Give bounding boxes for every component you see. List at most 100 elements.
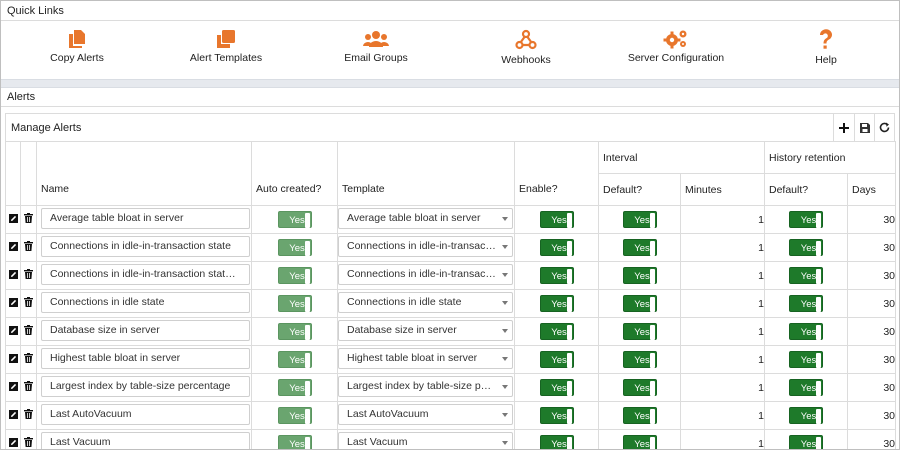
alert-name-input[interactable]: Highest table bloat in server — [41, 347, 250, 369]
interval-default-toggle[interactable]: Yes — [622, 239, 657, 256]
days-cell[interactable]: 30 — [846, 205, 897, 234]
trash-icon[interactable] — [24, 409, 33, 422]
template-select[interactable]: Last Vacuum — [338, 431, 513, 449]
column-header-enable[interactable]: Enable? — [514, 141, 599, 206]
days-cell[interactable]: 30 — [846, 345, 897, 374]
trash-icon[interactable] — [24, 269, 33, 282]
history-default-toggle[interactable]: Yes — [789, 267, 823, 284]
trash-icon[interactable] — [24, 325, 33, 338]
quick-link-server-configuration[interactable]: Server Configuration — [606, 29, 746, 64]
trash-icon[interactable] — [24, 241, 33, 254]
enable-toggle[interactable]: Yes — [539, 379, 574, 396]
template-select[interactable]: Average table bloat in server — [338, 207, 513, 229]
edit-icon[interactable] — [8, 409, 18, 422]
alert-name-input[interactable]: Largest index by table-size percentage — [41, 375, 250, 397]
enable-toggle[interactable]: Yes — [539, 267, 574, 284]
interval-default-toggle[interactable]: Yes — [622, 295, 657, 312]
days-cell[interactable]: 30 — [846, 401, 897, 430]
interval-default-toggle[interactable]: Yes — [622, 379, 657, 396]
add-icon[interactable] — [833, 114, 853, 141]
history-default-toggle[interactable]: Yes — [789, 351, 823, 368]
enable-toggle[interactable]: Yes — [539, 351, 574, 368]
interval-default-toggle[interactable]: Yes — [622, 351, 657, 368]
history-default-toggle[interactable]: Yes — [789, 295, 823, 312]
template-select[interactable]: Largest index by table-size perce... — [338, 375, 513, 397]
template-select[interactable]: Highest table bloat in server — [338, 347, 513, 369]
minutes-cell[interactable]: 1 — [680, 289, 765, 318]
quick-link-email-groups[interactable]: Email Groups — [306, 29, 446, 64]
trash-icon[interactable] — [24, 297, 33, 310]
history-default-toggle[interactable]: Yes — [789, 323, 823, 340]
days-cell[interactable]: 30 — [846, 373, 897, 402]
history-default-toggle[interactable]: Yes — [789, 407, 823, 424]
minutes-cell[interactable]: 1 — [680, 373, 765, 402]
days-cell[interactable]: 30 — [846, 429, 897, 449]
minutes-cell[interactable]: 1 — [680, 261, 765, 290]
column-header-history-default[interactable]: Default? — [764, 173, 848, 206]
edit-icon[interactable] — [8, 241, 18, 254]
edit-icon[interactable] — [8, 269, 18, 282]
interval-default-toggle[interactable]: Yes — [622, 323, 657, 340]
enable-toggle[interactable]: Yes — [539, 323, 574, 340]
edit-icon[interactable] — [8, 381, 18, 394]
minutes-cell[interactable]: 1 — [680, 345, 765, 374]
enable-toggle[interactable]: Yes — [539, 295, 574, 312]
quick-link-alert-templates[interactable]: Alert Templates — [156, 29, 296, 64]
enable-toggle[interactable]: Yes — [539, 239, 574, 256]
minutes-cell[interactable]: 1 — [680, 401, 765, 430]
history-default-toggle[interactable]: Yes — [789, 211, 823, 228]
alert-name-input[interactable]: Last Vacuum — [41, 431, 250, 449]
minutes-cell[interactable]: 1 — [680, 205, 765, 234]
history-default-toggle[interactable]: Yes — [789, 379, 823, 396]
alert-name-input[interactable]: Average table bloat in server — [41, 207, 250, 229]
trash-icon[interactable] — [24, 437, 33, 449]
enable-toggle[interactable]: Yes — [539, 211, 574, 228]
alert-name-input[interactable]: Connections in idle-in-transaction state… — [41, 263, 250, 285]
minutes-cell[interactable]: 1 — [680, 233, 765, 262]
trash-icon[interactable] — [24, 381, 33, 394]
minutes-cell[interactable]: 1 — [680, 317, 765, 346]
days-cell[interactable]: 30 — [846, 261, 897, 290]
edit-icon[interactable] — [8, 297, 18, 310]
days-cell[interactable]: 30 — [846, 289, 897, 318]
quick-link-help[interactable]: Help — [756, 29, 896, 66]
interval-default-toggle[interactable]: Yes — [622, 407, 657, 424]
interval-default-toggle[interactable]: Yes — [622, 435, 657, 449]
column-header-days[interactable]: Days — [846, 173, 897, 206]
quick-link-webhooks[interactable]: Webhooks — [456, 29, 596, 66]
alert-name-input[interactable]: Last AutoVacuum — [41, 403, 250, 425]
alert-name-input[interactable]: Database size in server — [41, 319, 250, 341]
edit-icon[interactable] — [8, 353, 18, 366]
days-cell[interactable]: 30 — [846, 233, 897, 262]
history-default-toggle[interactable]: Yes — [789, 435, 823, 449]
minutes-cell[interactable]: 1 — [680, 429, 765, 449]
template-select[interactable]: Connections in idle-in-transactio... — [338, 235, 513, 257]
edit-icon[interactable] — [8, 213, 18, 226]
enable-toggle[interactable]: Yes — [539, 435, 574, 449]
alert-name-input[interactable]: Connections in idle state — [41, 291, 250, 313]
column-header-interval-default[interactable]: Default? — [598, 173, 681, 206]
template-cell: Connections in idle state — [337, 289, 515, 318]
quick-link-label: Email Groups — [344, 52, 408, 64]
save-icon[interactable] — [854, 114, 874, 141]
edit-icon[interactable] — [8, 437, 18, 450]
column-header-name[interactable]: Name — [36, 141, 252, 206]
template-select[interactable]: Connections in idle state — [338, 291, 513, 313]
interval-default-toggle[interactable]: Yes — [622, 267, 657, 284]
trash-icon[interactable] — [24, 213, 33, 226]
interval-default-toggle[interactable]: Yes — [622, 211, 657, 228]
template-select[interactable]: Database size in server — [338, 319, 513, 341]
template-select[interactable]: Connections in idle-in-transactio... — [338, 263, 513, 285]
history-default-toggle[interactable]: Yes — [789, 239, 823, 256]
edit-icon[interactable] — [8, 325, 18, 338]
column-header-minutes[interactable]: Minutes — [680, 173, 765, 206]
alert-name-input[interactable]: Connections in idle-in-transaction state — [41, 235, 250, 257]
quick-link-copy-alerts[interactable]: Copy Alerts — [7, 29, 147, 64]
days-cell[interactable]: 30 — [846, 317, 897, 346]
refresh-icon[interactable] — [874, 114, 894, 141]
column-header-template[interactable]: Template — [337, 141, 515, 206]
trash-icon[interactable] — [24, 353, 33, 366]
enable-toggle[interactable]: Yes — [539, 407, 574, 424]
template-select[interactable]: Last AutoVacuum — [338, 403, 513, 425]
column-header-auto-created[interactable]: Auto created? — [251, 141, 338, 206]
